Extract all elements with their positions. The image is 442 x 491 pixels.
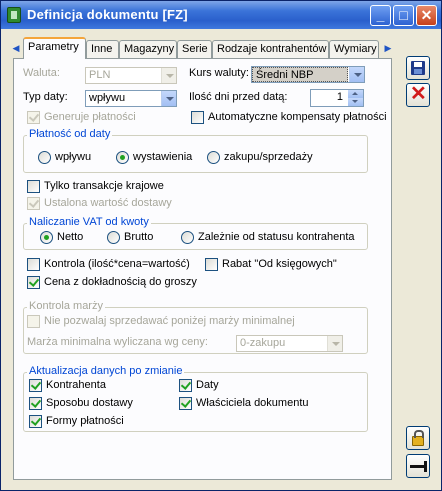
pin-button[interactable] (406, 454, 430, 478)
typ-daty-value: wpływu (89, 92, 126, 104)
platnosc-wystawienia-label: wystawienia (133, 151, 193, 163)
parametry-panel: Waluta: PLN Kurs waluty: Średni NBP Typ … (13, 58, 392, 480)
stepper-up-icon[interactable] (348, 90, 363, 98)
kontrola-ilosc-checkbox[interactable] (27, 258, 40, 271)
cena-groszy-checkbox[interactable] (27, 276, 40, 289)
save-button[interactable] (406, 56, 430, 80)
cancel-button[interactable]: ✕ (406, 83, 430, 107)
tylko-krajowe-label: Tylko transakcje krajowe (44, 180, 164, 192)
auto-kompensaty-checkbox[interactable] (191, 111, 204, 124)
akt-sposobu-label: Sposobu dostawy (46, 397, 133, 409)
chevron-down-icon (327, 336, 342, 351)
tab-serie[interactable]: Serie (177, 40, 212, 58)
generuje-platnosci-label: Generuje płatności (44, 111, 136, 123)
rabat-label: Rabat "Od księgowych" (222, 258, 337, 270)
marza-group-title: Kontrola marży (27, 300, 105, 312)
vat-brutto-label: Brutto (124, 231, 154, 243)
nie-pozwalaj-checkbox[interactable] (27, 315, 40, 328)
minimize-button[interactable]: _ (370, 5, 391, 26)
platnosc-group-title: Płatność od daty (27, 128, 113, 140)
kontrola-ilosc-label: Kontrola (ilość*cena=wartość) (44, 258, 190, 270)
platnosc-zakupu-radio[interactable] (207, 151, 220, 164)
ustalona-wartosc-label: Ustalona wartość dostawy (44, 197, 172, 209)
tylko-krajowe-checkbox[interactable] (27, 180, 40, 193)
waluta-select[interactable]: PLN (85, 67, 177, 84)
marza-wyliczana-value: 0-zakupu (240, 337, 286, 349)
kurs-value: Średni NBP (252, 67, 348, 82)
chevron-down-icon (349, 67, 364, 82)
close-button[interactable]: ✕ (416, 5, 437, 26)
tab-magazyny[interactable]: Magazyny (119, 40, 177, 58)
lock-button[interactable] (406, 426, 430, 450)
cena-groszy-label: Cena z dokładnością do groszy (44, 276, 197, 288)
vat-netto-label: Netto (57, 231, 84, 243)
typ-daty-select[interactable]: wpływu (85, 90, 177, 107)
ilosc-dni-label: Ilość dni przed datą: (189, 91, 288, 103)
window-title: Definicja dokumentu [FZ] (27, 7, 188, 22)
tab-scroll-right-icon[interactable]: ▶ (383, 41, 393, 55)
tab-wymiary[interactable]: Wymiary (329, 40, 379, 58)
tab-rodzaje-kontrahentow[interactable]: Rodzaje kontrahentów (212, 40, 329, 58)
platnosc-wplywu-radio[interactable] (38, 151, 51, 164)
akt-wlasciciela-checkbox[interactable] (179, 397, 192, 410)
akt-formy-label: Formy płatności (46, 415, 124, 427)
akt-kontrahenta-checkbox[interactable] (29, 379, 42, 392)
tab-parametry[interactable]: Parametry (23, 37, 86, 59)
vat-zaleznie-label: Zależnie od statusu kontrahenta (198, 231, 355, 243)
aktualizacja-group-title: Aktualizacja danych po zmianie (27, 365, 185, 377)
vat-netto-radio[interactable] (40, 231, 53, 244)
platnosc-wplywu-label: wpływu (55, 151, 92, 163)
nie-pozwalaj-label: Nie pozwalaj sprzedawać poniżej marży mi… (44, 315, 295, 327)
pin-icon (410, 461, 427, 472)
generuje-platnosci-checkbox[interactable] (27, 111, 40, 124)
chevron-down-icon (161, 68, 176, 83)
document-definition-window: Definicja dokumentu [FZ] _ □ ✕ ◀ Paramet… (0, 0, 442, 491)
rabat-checkbox[interactable] (205, 258, 218, 271)
vat-zaleznie-radio[interactable] (181, 231, 194, 244)
padlock-icon (412, 430, 424, 446)
akt-wlasciciela-label: Właściciela dokumentu (196, 397, 309, 409)
vat-group-title: Naliczanie VAT od kwoty (27, 216, 151, 228)
app-icon (7, 7, 21, 23)
akt-daty-label: Daty (196, 379, 219, 391)
title-bar[interactable]: Definicja dokumentu [FZ] _ □ ✕ (1, 1, 441, 29)
maximize-button[interactable]: □ (393, 5, 414, 26)
platnosc-wystawienia-radio[interactable] (116, 151, 129, 164)
ilosc-dni-stepper[interactable]: 1 (310, 89, 364, 107)
marza-wyliczana-select[interactable]: 0-zakupu (236, 335, 343, 352)
ilosc-dni-value: 1 (336, 91, 343, 103)
vat-brutto-radio[interactable] (107, 231, 120, 244)
auto-kompensaty-label: Automatyczne kompensaty płatności (208, 111, 387, 123)
floppy-disk-icon (411, 61, 425, 75)
waluta-value: PLN (89, 69, 111, 81)
akt-kontrahenta-label: Kontrahenta (46, 379, 106, 391)
red-x-icon: ✕ (410, 83, 427, 105)
akt-daty-checkbox[interactable] (179, 379, 192, 392)
typ-daty-label: Typ daty: (23, 91, 68, 103)
waluta-label: Waluta: (23, 67, 60, 79)
chevron-down-icon (161, 91, 176, 106)
stepper-down-icon[interactable] (348, 98, 363, 106)
akt-sposobu-checkbox[interactable] (29, 397, 42, 410)
marza-wyliczana-label: Marża minimalna wyliczana wg ceny: (27, 336, 208, 348)
akt-formy-checkbox[interactable] (29, 415, 42, 428)
platnosc-zakupu-label: zakupu/sprzedaży (224, 151, 313, 163)
tab-scroll-left-icon[interactable]: ◀ (11, 41, 21, 55)
kurs-select[interactable]: Średni NBP (251, 66, 365, 83)
tab-inne[interactable]: Inne (86, 40, 119, 58)
kurs-label: Kurs waluty: (189, 67, 249, 79)
ustalona-wartosc-checkbox[interactable] (27, 197, 40, 210)
tab-strip: ◀ Parametry Inne Magazyny Serie Rodzaje … (9, 37, 394, 59)
